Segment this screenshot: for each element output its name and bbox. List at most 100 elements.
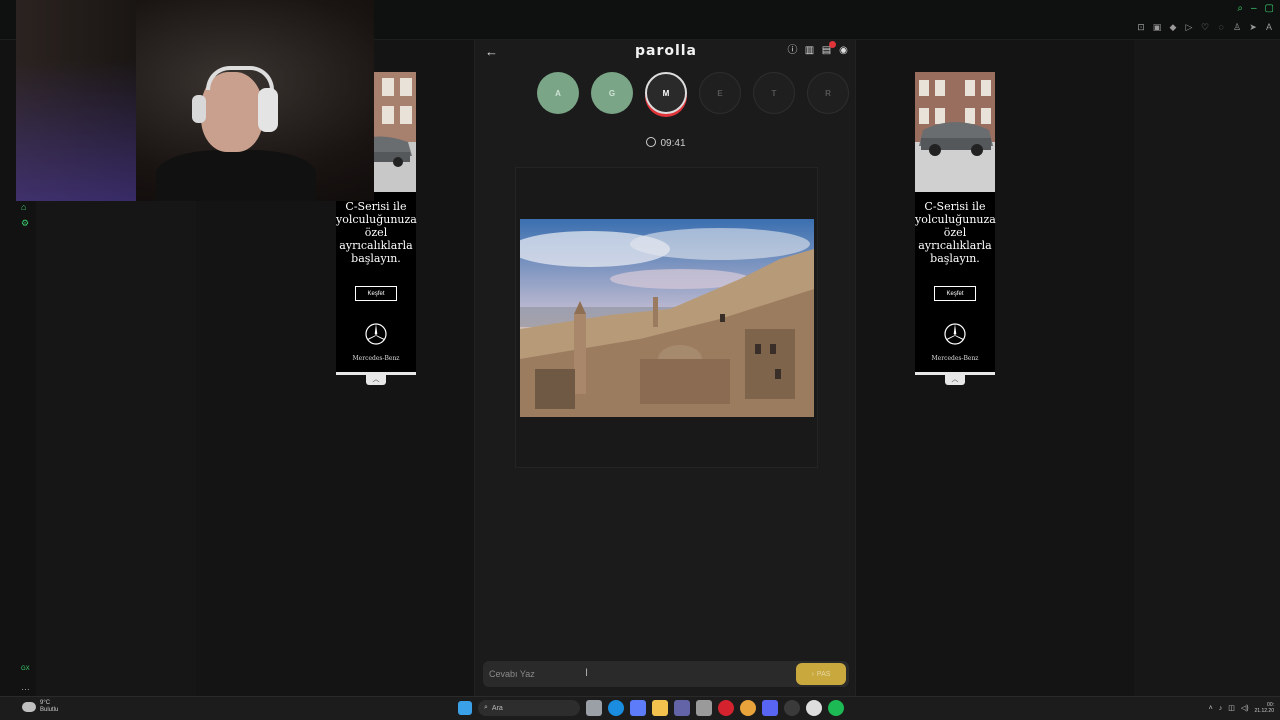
answer-input[interactable]	[489, 665, 789, 683]
letter-char: R	[825, 88, 831, 98]
game-panel: ← parolla ⓘ ▥ ▤ ◉ A G M E T R 09:41 Ceva…	[474, 40, 856, 696]
windows-start-icon[interactable]	[458, 701, 472, 715]
answer-bar: ›PAS	[483, 661, 849, 687]
sidebar-more-icon[interactable]: …	[21, 682, 30, 692]
user-icon[interactable]: ♙	[1232, 22, 1242, 33]
sidebar-settings-icon[interactable]: ⚙	[21, 218, 29, 229]
game-header: ← parolla ⓘ ▥ ▤ ◉	[475, 40, 857, 64]
wifi-icon[interactable]: ◫	[1228, 704, 1235, 712]
weather-widget[interactable]: 9°C Bulutlu	[22, 700, 58, 714]
ad-text: C-Serisi ile yolculuğunuza özel ayrıcalı…	[336, 200, 417, 265]
chat-icon[interactable]: ◌	[1216, 22, 1226, 33]
ad-text-line: başlayın.	[930, 252, 980, 265]
weather-temp: 9°C	[40, 700, 51, 706]
letter-circle: G	[591, 72, 633, 114]
letter-char: A	[555, 88, 561, 98]
user-icon[interactable]: ◉	[838, 45, 849, 56]
notification-badge	[829, 41, 836, 48]
task-view-icon[interactable]	[586, 700, 602, 716]
ad-text-line: C-Serisi ile	[345, 200, 407, 213]
edge-icon[interactable]	[608, 700, 624, 716]
letter-circle: T	[753, 72, 795, 114]
ad-banner-right[interactable]: C-Serisi ile yolculuğunuza özel ayrıcalı…	[915, 72, 996, 375]
cloud-icon	[22, 702, 36, 712]
maximize-icon[interactable]: ▢	[1265, 3, 1274, 14]
window-controls: ⌕ – ▢	[1237, 3, 1274, 14]
minimize-icon[interactable]: –	[1251, 3, 1257, 14]
letter-char: G	[608, 88, 616, 98]
taskbar-clock[interactable]: 00: 21.12.20	[1255, 702, 1274, 714]
discord-icon[interactable]	[762, 700, 778, 716]
volume-icon[interactable]: ◁)	[1241, 704, 1249, 712]
ad-text: C-Serisi ile yolculuğunuza özel ayrıcalı…	[915, 200, 996, 265]
sidebar-home-icon[interactable]: ⌂	[21, 202, 26, 212]
pass-button[interactable]: › PAS	[796, 663, 846, 685]
search-icon[interactable]: ⌕	[1237, 3, 1243, 14]
ad-text-line: başlayın.	[351, 252, 401, 265]
timer: 09:41	[475, 137, 857, 149]
pin-icon[interactable]: ⊡	[1136, 22, 1146, 33]
screenshot-icon[interactable]: ▣	[1152, 22, 1162, 33]
chevron-up-icon[interactable]: ˄	[1209, 705, 1213, 712]
letter-circle: A	[537, 72, 579, 114]
calculator-icon[interactable]	[696, 700, 712, 716]
ad-collapse-button[interactable]: ︿	[366, 375, 386, 385]
heart-icon[interactable]: ♡	[1200, 22, 1210, 33]
search-icon: ⌕	[484, 704, 488, 711]
webcam-overlay	[16, 0, 374, 201]
sidebar-gx-icon[interactable]: GX	[21, 666, 30, 672]
question-card	[515, 167, 818, 468]
taskbar: 9°C Bulutlu ⌕ Ara ˄ ♪ ◫ ◁) 00: 21.12.20	[0, 696, 1280, 720]
copilot-icon[interactable]	[630, 700, 646, 716]
mercedes-star-icon	[365, 323, 387, 345]
stats-icon[interactable]: ▥	[804, 45, 815, 56]
ad-brand-name: Mercedes-Benz	[931, 355, 979, 362]
taskbar-apps: ⌕ Ara	[458, 700, 844, 716]
clock-icon	[646, 137, 657, 147]
letter-progress: A G M E T R	[537, 72, 849, 114]
ad-text-line: yolculuğunuza	[915, 213, 996, 226]
letter-char: E	[717, 88, 723, 98]
notifications-icon[interactable]: ▤	[821, 41, 836, 56]
search-label: Ara	[491, 704, 503, 712]
ai-icon[interactable]: A	[1264, 22, 1274, 33]
header-actions: ⓘ ▥ ▤ ◉	[787, 41, 849, 56]
ad-collapse-button[interactable]: ︿	[945, 375, 965, 385]
ad-text-line: ayrıcalıklarla	[918, 239, 992, 252]
letter-circle: R	[807, 72, 849, 114]
send-icon[interactable]: ➤	[1248, 22, 1258, 33]
ad-text-line: özel	[364, 226, 388, 239]
opera-gx-icon[interactable]	[718, 700, 734, 716]
weather-desc: Bulutlu	[40, 707, 59, 713]
letter-circle: E	[699, 72, 741, 114]
mercedes-star-icon	[944, 323, 966, 345]
timer-value: 09:41	[660, 138, 686, 149]
pass-label: PAS	[816, 670, 831, 678]
play-icon[interactable]: ▷	[1184, 22, 1194, 33]
mic-icon[interactable]: ♪	[1219, 705, 1223, 712]
teams-icon[interactable]	[674, 700, 690, 716]
question-image	[520, 219, 814, 417]
toolbar-icons: ⊡ ▣ ◆ ▷ ♡ ◌ ♙ ➤ A	[1136, 22, 1274, 33]
app-icon[interactable]	[784, 700, 800, 716]
shield-icon[interactable]: ◆	[1168, 22, 1178, 33]
file-explorer-icon[interactable]	[652, 700, 668, 716]
ad-cta-button[interactable]: Keşfet	[355, 286, 397, 301]
info-icon[interactable]: ⓘ	[787, 45, 798, 56]
spotify-icon[interactable]	[828, 700, 844, 716]
ad-cta-button[interactable]: Keşfet	[934, 286, 976, 301]
clock-date: 21.12.20	[1254, 708, 1274, 714]
right-panel	[1134, 40, 1280, 696]
obs-icon[interactable]	[806, 700, 822, 716]
letter-char: T	[771, 88, 777, 98]
ad-car-image	[915, 72, 995, 192]
taskbar-search[interactable]: ⌕ Ara	[478, 700, 580, 716]
text-cursor-icon: I	[585, 667, 589, 679]
chrome-icon[interactable]	[740, 700, 756, 716]
ad-text-line: ayrıcalıklarla	[339, 239, 413, 252]
ad-text-line: yolculuğunuza	[336, 213, 417, 226]
ad-text-line: özel	[943, 226, 967, 239]
letter-char: M	[662, 88, 670, 98]
ad-text-line: C-Serisi ile	[924, 200, 986, 213]
letter-circle: M	[645, 72, 687, 114]
